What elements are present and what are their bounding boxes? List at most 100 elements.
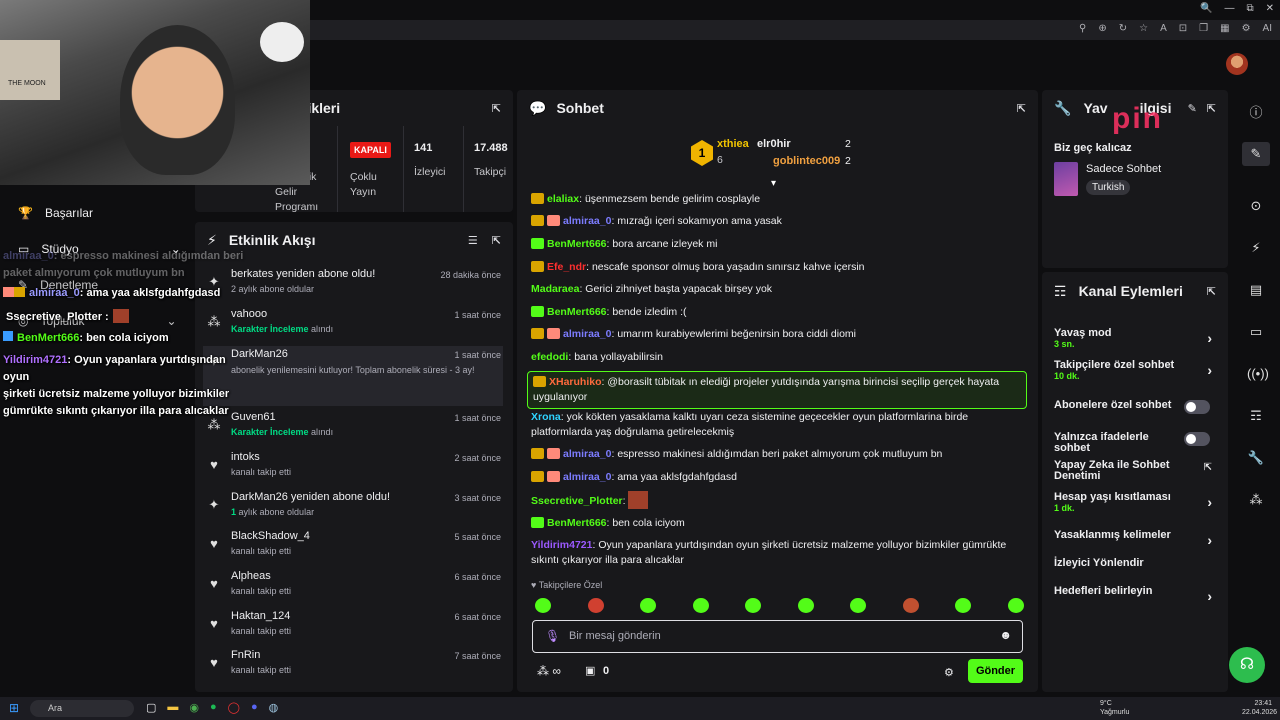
chat-message[interactable]: BenMert666: bende izledim :( (531, 305, 1031, 320)
toggle-switch[interactable] (1184, 432, 1210, 446)
microphone-icon[interactable]: 🎙 (545, 629, 560, 643)
opera-icon[interactable]: ◯ (228, 701, 240, 714)
support-icon[interactable]: ☊ (1229, 647, 1265, 683)
filter-icon[interactable]: ☰ (468, 234, 478, 247)
emote-icon[interactable] (797, 598, 814, 613)
channel-action-row[interactable]: Yapay Zeka ile Sohbet Denetimi ⇱ (1054, 460, 1220, 482)
emoji-icon[interactable]: ☻ (999, 628, 1012, 642)
chevron-right-icon[interactable]: › (1207, 362, 1212, 378)
task-view-icon[interactable]: ▢ (146, 701, 156, 714)
chat-message[interactable]: BenMert666: bora arcane izleyek mi (531, 237, 1031, 252)
chat-message[interactable]: Efe_ndr: nescafe sponsor olmuş bora yaşa… (531, 260, 1031, 275)
chat-username[interactable]: Xrona (531, 411, 561, 423)
chat-message[interactable]: BenMert666: ben cola iciyom (531, 516, 1031, 531)
activity-row[interactable]: ✦ DarkMan26 abonelik yenilemesini kutluyor… (203, 346, 503, 406)
popout-icon[interactable]: ⇱ (1207, 102, 1216, 115)
clock[interactable]: 23:41 22.04.2026 (1242, 699, 1277, 717)
popout-icon[interactable]: ⇱ (1017, 102, 1026, 115)
chrome-icon[interactable]: ◉ (189, 701, 199, 714)
target-icon[interactable]: ⊙ (1247, 198, 1265, 216)
actions-icon[interactable]: ☶ (1247, 408, 1265, 426)
popout-icon[interactable]: ⇱ (492, 234, 501, 247)
channel-action-row[interactable]: Takipçilere özel sohbet 10 dk. › (1054, 360, 1220, 382)
chat-username[interactable]: BenMert666 (547, 238, 607, 250)
chat-username[interactable]: XHaruhiko (549, 376, 602, 388)
popout-icon[interactable]: ⇱ (492, 102, 501, 115)
chat-message[interactable]: Yildirim4721: Oyun yapanlara yurtdışında… (531, 538, 1031, 568)
minimize-icon[interactable]: — (1224, 3, 1234, 14)
broadcast-icon[interactable]: ((•)) (1247, 366, 1269, 384)
collections-icon[interactable]: ▦ (1220, 23, 1229, 34)
community-icon[interactable]: ⁂ ∞ (537, 664, 561, 678)
nav-item-achievements[interactable]: 🏆 Başarılar (18, 206, 93, 220)
chat-username[interactable]: efedodi (531, 351, 568, 363)
chat-message[interactable]: almiraa_0: umarım kurabiyewlerimi beğeni… (531, 327, 1031, 342)
channel-action-row[interactable]: Hesap yaşı kısıtlaması 1 dk. › (1054, 492, 1220, 514)
chat-message[interactable]: Ssecretive_Plotter: (531, 491, 1031, 509)
chat-username[interactable]: almiraa_0 (563, 471, 611, 483)
settings-icon[interactable]: ⚙ (1242, 23, 1251, 34)
taskbar-search[interactable]: Ara (30, 700, 134, 717)
steam-icon[interactable]: ◍ (269, 701, 279, 714)
chat-username[interactable]: almiraa_0 (563, 448, 611, 460)
community-icon[interactable]: ⁂ (1247, 492, 1265, 510)
windows-start-icon[interactable]: ⊞ (9, 701, 19, 715)
zoom-icon[interactable]: ⚲ (1079, 23, 1086, 34)
discord-icon[interactable]: ● (251, 701, 258, 714)
search-icon[interactable]: 🔍 (1200, 3, 1212, 14)
emote-icon[interactable] (535, 598, 551, 613)
popout-icon[interactable]: ⇱ (1207, 285, 1216, 298)
emote-icon[interactable] (1007, 598, 1024, 613)
leaderboard-second-name[interactable]: elr0hir (757, 138, 791, 150)
chevron-right-icon[interactable]: › (1207, 330, 1212, 346)
emote-icon[interactable] (692, 598, 709, 613)
chat-username[interactable]: Madaraea (531, 283, 579, 295)
chat-username[interactable]: BenMert666 (547, 517, 607, 529)
chat-message[interactable]: efedodi: bana yollayabilirsin (531, 350, 1031, 365)
close-icon[interactable]: ✕ (1266, 3, 1274, 14)
reload-icon[interactable]: ↻ (1119, 23, 1127, 34)
external-link-icon[interactable]: ⇱ (1204, 462, 1212, 473)
chat-username[interactable]: Ssecretive_Plotter (531, 495, 623, 507)
tabs-icon[interactable]: ❐ (1199, 23, 1208, 34)
folder-icon[interactable]: ▬ (167, 701, 178, 714)
emote-icon[interactable] (955, 598, 971, 613)
activity-row[interactable]: ⁂ vahooo Karakter İnceleme alındı 1 saat ön… (203, 306, 503, 344)
channel-action-row[interactable]: Abonelere özel sohbet (1054, 400, 1220, 414)
avatar[interactable] (1226, 53, 1248, 75)
chat-username[interactable]: Efe_ndr (547, 261, 586, 273)
chat-settings-icon[interactable]: ⚙ (944, 666, 954, 679)
pinned-toggle-icon[interactable]: ▾ (771, 178, 776, 189)
screenshot-icon[interactable]: ⊡ (1179, 23, 1187, 34)
maximize-icon[interactable]: ⧉ (1246, 3, 1253, 14)
category-name[interactable]: Sadece Sohbet (1086, 163, 1161, 175)
ai-icon[interactable]: AI (1263, 23, 1272, 34)
activity-row[interactable]: ♥ BlackShadow_4 kanalı takip etti 5 saat ön… (203, 528, 503, 566)
chat-username[interactable]: almiraa_0 (563, 215, 611, 227)
chevron-right-icon[interactable]: › (1207, 532, 1212, 548)
lightning-icon[interactable]: ⚡ (1247, 240, 1265, 258)
chat-bubble-icon[interactable]: ▭ (1247, 324, 1265, 342)
chat-username[interactable]: BenMert666 (547, 306, 607, 318)
info-icon[interactable]: ⓘ (1247, 102, 1265, 120)
chat-message[interactable]: Madaraea: Gerici zihniyet başta yapacak … (531, 282, 1031, 297)
leaderboard-first-name[interactable]: xthiea (717, 138, 749, 150)
activity-row[interactable]: ♥ Haktan_124 kanalı takip etti 6 saat önce (203, 608, 503, 646)
channel-action-row[interactable]: Yalnızca ifadelerle sohbet (1054, 432, 1220, 454)
activity-row[interactable]: ✦ DarkMan26 yeniden abone oldu! 1 aylık ab… (203, 489, 503, 527)
notes-icon[interactable]: ▤ (1247, 282, 1265, 300)
tag-chip[interactable]: Turkish (1086, 180, 1131, 195)
bookmark-icon[interactable]: ☆ (1139, 23, 1148, 34)
activity-row[interactable]: ⁂ Guven61 Karakter İnceleme alındı 1 saat ö… (203, 409, 503, 447)
chat-message[interactable]: almiraa_0: ama yaa aklsfgdahfgdasd (531, 470, 1031, 485)
chat-message[interactable]: elaliax: üşenmezsem bende gelirim cospla… (531, 192, 1031, 207)
chat-message[interactable]: XHaruhiko: @borasilt tübitak ın elediği … (527, 371, 1027, 409)
chat-username[interactable]: elaliax (547, 193, 579, 205)
chevron-right-icon[interactable]: › (1207, 494, 1212, 510)
chat-message[interactable]: almiraa_0: espresso makinesi aldığımdan … (531, 447, 1031, 462)
chat-message[interactable]: Xrona: yok kökten yasaklama kalktı uyarı… (531, 410, 1031, 440)
channel-action-row[interactable]: Yavaş mod 3 sn. › (1054, 328, 1220, 350)
activity-row[interactable]: ♥ FnRin kanalı takip etti 7 saat önce (203, 647, 503, 685)
channel-action-row[interactable]: İzleyici Yönlendir (1054, 558, 1220, 569)
store-icon[interactable]: ▣ (585, 664, 595, 677)
